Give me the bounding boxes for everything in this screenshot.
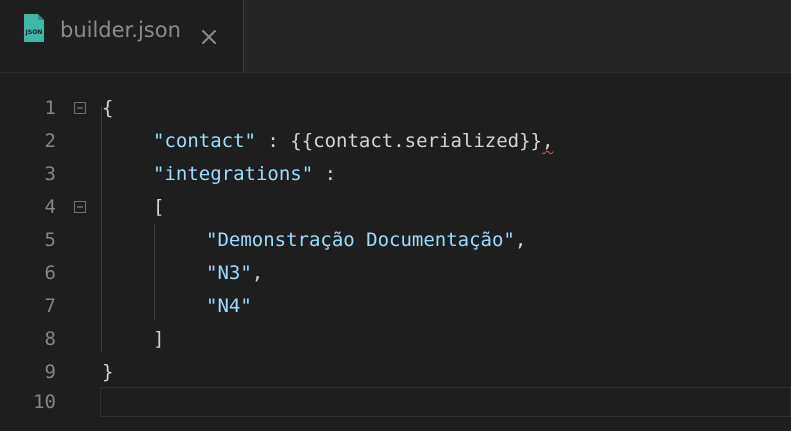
code-text: "integrations" : [153,158,336,191]
line-number: 2 [44,130,56,152]
code-line: 9 } [0,356,791,389]
code-text: [ [153,196,165,218]
code-line: 6 "N3", [0,257,791,290]
tab-label: builder.json [60,18,181,42]
code-text: } [102,361,114,383]
code-text: "N3", [206,257,263,290]
json-string: "N4" [206,295,252,317]
json-string: "N3" [206,262,252,284]
template-close: }} [519,130,542,152]
json-file-icon: JSON [24,14,44,42]
template-open: {{ [290,130,314,152]
code-editor[interactable]: 1 { 2 "contact" : {{contact.serialized}}… [0,73,791,431]
line-number: 7 [44,295,56,317]
code-line: 4 [ [0,191,791,224]
code-text: "N4" [206,290,252,323]
code-line: 10 [0,386,791,419]
code-line: 8 ] [0,323,791,356]
code-text: { [102,97,114,119]
line-number: 6 [44,262,56,284]
svg-text:JSON: JSON [25,29,43,36]
line-number: 10 [33,391,56,413]
line-number: 9 [44,361,56,383]
tab-bar: JSON builder.json [0,0,791,73]
json-separator: : [255,130,291,152]
code-line: 3 "integrations" : [0,158,791,191]
json-separator: : [313,163,337,185]
json-comma: , [251,262,264,284]
close-icon[interactable] [198,26,220,48]
line-number: 8 [44,328,56,350]
json-key: "contact" [153,130,256,152]
fold-toggle-icon[interactable] [74,201,86,213]
code-line: 1 { [0,92,791,125]
tab-builder-json[interactable]: JSON builder.json [0,0,244,72]
code-line: 7 "N4" [0,290,791,323]
line-number: 1 [44,97,56,119]
editor-window: JSON builder.json 1 { 2 "contact" : {{co… [0,0,791,431]
code-line: 2 "contact" : {{contact.serialized}}, [0,125,791,158]
error-squiggle[interactable]: , [542,130,553,152]
code-text: "Demonstração Documentação", [206,224,526,257]
code-text: ] [153,328,165,350]
code-text: "contact" : {{contact.serialized}}, [153,125,553,158]
fold-toggle-icon[interactable] [74,102,86,114]
json-string: "Demonstração Documentação" [206,229,515,251]
line-number: 3 [44,163,56,185]
json-comma: , [514,229,527,251]
json-key: "integrations" [153,163,314,185]
template-expression: contact.serialized [313,130,520,152]
line-number: 5 [44,229,56,251]
code-line: 5 "Demonstração Documentação", [0,224,791,257]
line-number: 4 [44,196,56,218]
